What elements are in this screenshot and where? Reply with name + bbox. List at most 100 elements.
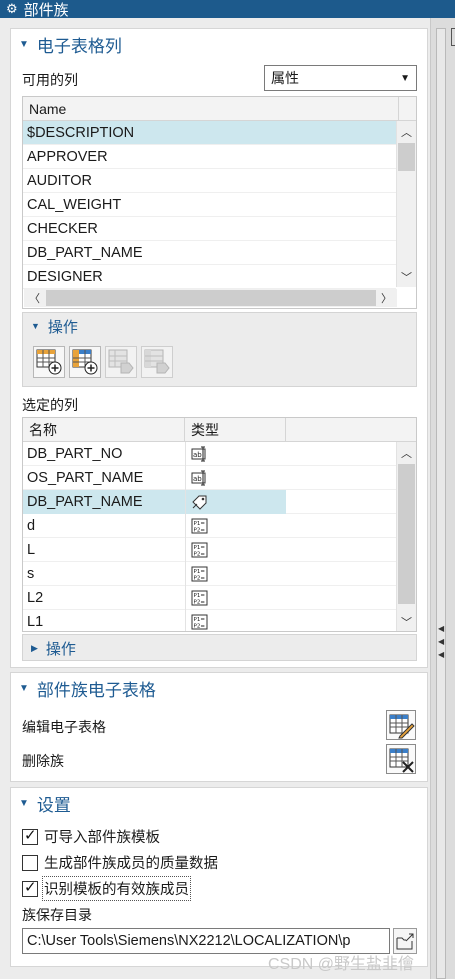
row-name: DB_PART_NO (27, 445, 123, 462)
row-name: DB_PART_NAME (23, 489, 185, 514)
import-template-checkbox-row[interactable]: ✓ 可导入部件族模板 (22, 826, 160, 847)
table-row[interactable]: $DESCRIPTION (23, 121, 396, 145)
section-title: 部件族电子表格 (36, 680, 156, 700)
watermark: CSDN @野生盐韭儈 (268, 956, 415, 973)
expression-icon: P1= P2= (191, 590, 209, 610)
operations-header[interactable]: ▼ 操作 (23, 313, 416, 339)
add-all-columns-icon[interactable] (69, 346, 101, 378)
scroll-right-icon[interactable]: 〉 (381, 290, 392, 306)
checkbox-label: 识别模板的有效族成员 (42, 876, 191, 901)
table-header: Name (23, 97, 416, 121)
expression-icon: P1= P2= (191, 542, 209, 562)
section-header-settings[interactable]: ▼ 设置 (11, 788, 427, 818)
import-template-checkbox[interactable]: ✓ (22, 827, 38, 845)
expression-icon: P1= P2= (191, 566, 209, 586)
table-row[interactable]: L P1= P2= (23, 537, 396, 562)
table-row[interactable]: DB_PART_NAME (23, 241, 396, 265)
add-column-icon[interactable] (33, 346, 65, 378)
table-row[interactable]: APPROVER (23, 145, 396, 169)
row-label: CAL_WEIGHT (27, 196, 122, 213)
row-name: L2 (27, 589, 44, 606)
scroll-up-icon[interactable]: ︿ (401, 124, 412, 140)
operations-panel-collapsed: ▶ 操作 (22, 634, 417, 661)
delete-family-icon (389, 748, 414, 773)
remove-column-icon[interactable] (105, 346, 137, 378)
table-row[interactable]: CHECKER (23, 217, 396, 241)
table-row[interactable]: OS_PART_NAME ab (23, 465, 396, 490)
table-row[interactable]: CAL_WEIGHT (23, 193, 396, 217)
h-scroll-thumb[interactable] (46, 290, 376, 306)
collapsed-triangle-icon: ▶ (31, 642, 38, 653)
remove-all-columns-icon[interactable] (141, 346, 173, 378)
section-title: 电子表格列 (36, 36, 122, 56)
column-header-name[interactable]: 名称 (23, 418, 185, 442)
window-title: 部件族 (23, 1, 69, 19)
section-title: 设置 (36, 795, 71, 815)
column-header-type[interactable]: 类型 (185, 418, 286, 442)
text-attribute-icon: ab (191, 446, 209, 466)
table-row[interactable]: L2 P1= P2= (23, 585, 396, 610)
available-columns-table: Name $DESCRIPTION APPROVER AUDITOR CAL_WEIG… (22, 96, 417, 309)
row-label: DESIGNER (27, 268, 103, 285)
table-row[interactable]: DB_PART_NAME (23, 489, 396, 514)
svg-text:P2=: P2= (194, 551, 206, 557)
operations-header[interactable]: ▶ 操作 (23, 635, 416, 661)
table-row[interactable]: d P1= P2= (23, 513, 396, 538)
vertical-scrollbar[interactable]: ︿ ﹀ (396, 442, 416, 631)
valid-members-checkbox-row[interactable]: ✓ 识别模板的有效族成员 (22, 876, 191, 901)
table-row[interactable]: DESIGNER (23, 265, 396, 289)
svg-text:P2=: P2= (194, 623, 206, 629)
scroll-down-icon[interactable]: ﹀ (401, 614, 412, 630)
expression-icon: P1= P2= (191, 614, 209, 632)
row-label: $DESCRIPTION (27, 124, 135, 141)
section-header-spreadsheet-columns[interactable]: ▼ 电子表格列 (11, 29, 427, 59)
expression-icon: P1= P2= (191, 518, 209, 538)
edit-spreadsheet-label: 编辑电子表格 (22, 719, 106, 735)
row-type: P1= P2= (185, 513, 286, 538)
gear-icon: ⚙ (6, 1, 18, 16)
svg-text:ab: ab (193, 475, 202, 483)
svg-text:P1=: P1= (194, 521, 206, 527)
dock-strip[interactable] (436, 28, 446, 979)
vertical-scrollbar[interactable]: ︿ ﹀ (396, 121, 416, 287)
mass-data-checkbox-row[interactable]: 生成部件族成员的质量数据 (22, 852, 218, 873)
edit-spreadsheet-button[interactable] (386, 710, 416, 740)
checkmark-icon: ✓ (24, 878, 37, 896)
table-row[interactable]: AUDITOR (23, 169, 396, 193)
row-label: DB_PART_NAME (27, 244, 143, 261)
scroll-down-icon[interactable]: ﹀ (401, 269, 412, 285)
table-row[interactable]: s P1= P2= (23, 561, 396, 586)
title-bar: ⚙ 部件族 (0, 0, 455, 19)
row-type: P1= P2= (185, 609, 286, 632)
column-header-name[interactable]: Name (23, 97, 399, 121)
scroll-up-icon[interactable]: ︿ (401, 445, 412, 461)
text-attribute-icon: ab (191, 470, 209, 490)
column-type-dropdown[interactable]: 属性 ▼ (264, 65, 417, 91)
row-label: CHECKER (27, 220, 98, 237)
table-row[interactable]: L1 P1= P2= (23, 609, 396, 632)
table-header: 名称 类型 (23, 418, 416, 442)
available-rows: $DESCRIPTION APPROVER AUDITOR CAL_WEIGHT CHE… (23, 121, 416, 289)
scroll-thumb[interactable] (398, 464, 415, 604)
row-name: d (27, 517, 36, 534)
row-label: APPROVER (27, 148, 108, 165)
chevron-down-icon: ▼ (400, 73, 410, 84)
checkbox-label: 可导入部件族模板 (44, 830, 160, 846)
svg-text:P2=: P2= (194, 575, 206, 581)
collapse-arrows-icon[interactable]: ◀ ◀ ◀ (438, 622, 444, 661)
operations-label: 操作 (47, 318, 78, 336)
row-type: P1= P2= (185, 561, 286, 586)
svg-text:P1=: P1= (194, 545, 206, 551)
scroll-thumb[interactable] (398, 143, 415, 171)
selected-rows: DB_PART_NO ab OS_PART_NAME ab DB_PART_NAME d P… (23, 441, 416, 632)
section-header-family-spreadsheet[interactable]: ▼ 部件族电子表格 (11, 673, 427, 703)
scroll-left-icon[interactable]: 〈 (29, 290, 40, 306)
table-row[interactable]: DB_PART_NO ab (23, 441, 396, 466)
mass-data-checkbox[interactable] (22, 854, 38, 871)
valid-members-checkbox[interactable]: ✓ (22, 878, 38, 897)
horizontal-scrollbar[interactable]: 〈 〉 (24, 289, 397, 307)
dropdown-value: 属性 (271, 70, 299, 86)
delete-family-button[interactable] (386, 744, 416, 774)
dock-corner (451, 28, 455, 46)
expand-triangle-icon: ▼ (19, 682, 29, 694)
